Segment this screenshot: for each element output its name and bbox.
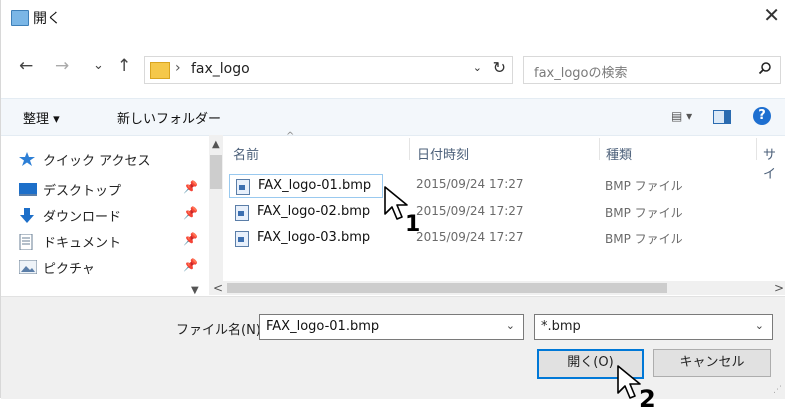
file-row-details: 2015/09/24 17:27 BMP ファイル [229,174,785,196]
search-placeholder: fax_logoの検索 [534,66,628,81]
column-divider[interactable] [409,138,410,160]
pin-icon: 📌 [183,180,198,194]
column-divider[interactable] [756,138,757,160]
file-type-filter-select[interactable]: *.bmp ⌄ [534,314,773,340]
preview-pane-icon[interactable] [713,110,731,124]
file-type-filter-value: *.bmp [541,319,581,334]
cancel-button[interactable]: キャンセル [653,349,771,377]
scroll-right-icon[interactable]: > [774,281,784,295]
breadcrumb-folder[interactable]: fax_logo [191,61,250,77]
view-options-icon[interactable]: ▤ ▾ [671,109,692,123]
help-icon[interactable]: ? [753,107,771,125]
desktop-icon [19,182,37,196]
chevron-down-icon[interactable]: ⌄ [755,319,764,332]
scrollbar-thumb[interactable] [227,283,667,293]
resize-grip-icon[interactable]: ⋰ [773,385,782,395]
navigation-bar: ← → ⌄ ↑ › fax_logo ⌄ ↻ fax_logoの検索 [1,54,785,84]
file-row[interactable]: FAX_logo-02.bmp 2015/09/24 17:27 BMP ファイ… [229,201,785,223]
file-date: 2015/09/24 17:27 [416,230,524,244]
column-header-type[interactable]: 種類 [606,144,632,163]
pin-icon: 📌 [183,232,198,246]
search-box[interactable]: fax_logoの検索 [523,56,781,84]
address-bar[interactable]: › fax_logo ⌄ ↻ [144,56,513,84]
file-type: BMP ファイル [605,179,683,193]
back-arrow-icon[interactable]: ← [19,56,33,76]
address-dropdown-icon[interactable]: ⌄ [473,61,482,74]
scroll-up-icon[interactable]: ▲ [212,139,220,150]
callout-number-2: 2 [639,385,656,413]
filename-label: ファイル名(N): [176,323,266,338]
chevron-down-icon[interactable]: ⌄ [506,319,515,332]
column-header-date[interactable]: 日付時刻 [417,144,469,163]
forward-arrow-icon[interactable]: → [55,56,69,76]
file-type: BMP ファイル [605,232,683,246]
sidebar-item-label: デスクトップ [43,184,122,199]
file-name: FAX_logo-02.bmp [257,204,371,219]
file-name: FAX_logo-03.bmp [257,230,371,245]
scrollbar-thumb[interactable] [210,155,222,189]
pin-icon: 📌 [183,206,198,220]
scroll-down-icon[interactable]: ▼ [191,285,199,296]
up-arrow-icon[interactable]: ↑ [117,56,131,76]
pin-icon: 📌 [183,258,198,272]
sort-ascending-icon: ^ [286,131,295,142]
navigation-pane-scrollbar[interactable]: ▲ [209,135,223,281]
file-date: 2015/09/24 17:27 [416,204,524,218]
title-bar: 開く ✕ [1,0,785,36]
sidebar-item-label: ダウンロード [43,210,122,225]
file-type: BMP ファイル [605,206,683,220]
breadcrumb-separator-icon: › [175,60,181,76]
bmp-file-icon [235,205,249,221]
download-icon [19,208,37,223]
filename-combobox[interactable]: ⌄ [259,314,524,340]
sidebar-item-label: ピクチャ [43,262,95,277]
search-icon[interactable] [758,61,772,79]
new-folder-button[interactable]: 新しいフォルダー [117,108,221,127]
refresh-icon[interactable]: ↻ [493,58,506,77]
folder-icon [150,62,170,79]
close-icon[interactable]: ✕ [763,5,780,25]
star-icon [19,152,37,166]
organize-menu-button[interactable]: 整理 ▾ [23,108,60,127]
file-row[interactable]: FAX_logo-03.bmp 2015/09/24 17:27 BMP ファイ… [229,227,785,249]
file-date: 2015/09/24 17:27 [416,177,524,191]
bmp-file-icon [235,231,249,247]
window-title: 開く [33,11,61,27]
command-toolbar: 整理 ▾ 新しいフォルダー ▤ ▾ ? [1,98,785,136]
column-header-name[interactable]: 名前 [233,144,259,163]
dialog-footer: ファイル名(N): ⌄ *.bmp ⌄ 開く(O) キャンセル ⋰ [1,296,785,399]
scroll-left-icon[interactable]: < [213,281,223,295]
recent-locations-chevron-icon[interactable]: ⌄ [93,58,104,73]
navigation-pane: クイック アクセス デスクトップ 📌 ダウンロード 📌 ドキュメント 📌 ピクチ… [1,135,209,290]
sidebar-item-label: ドキュメント [43,236,122,251]
filename-input[interactable] [260,315,501,337]
column-divider[interactable] [599,138,600,160]
window-icon [11,10,29,26]
file-list-horizontal-scrollbar[interactable]: < > [209,281,785,295]
picture-icon [18,259,38,275]
document-icon [19,233,37,251]
callout-number-1: 1 [405,212,421,237]
sidebar-item-label: クイック アクセス [43,154,151,169]
